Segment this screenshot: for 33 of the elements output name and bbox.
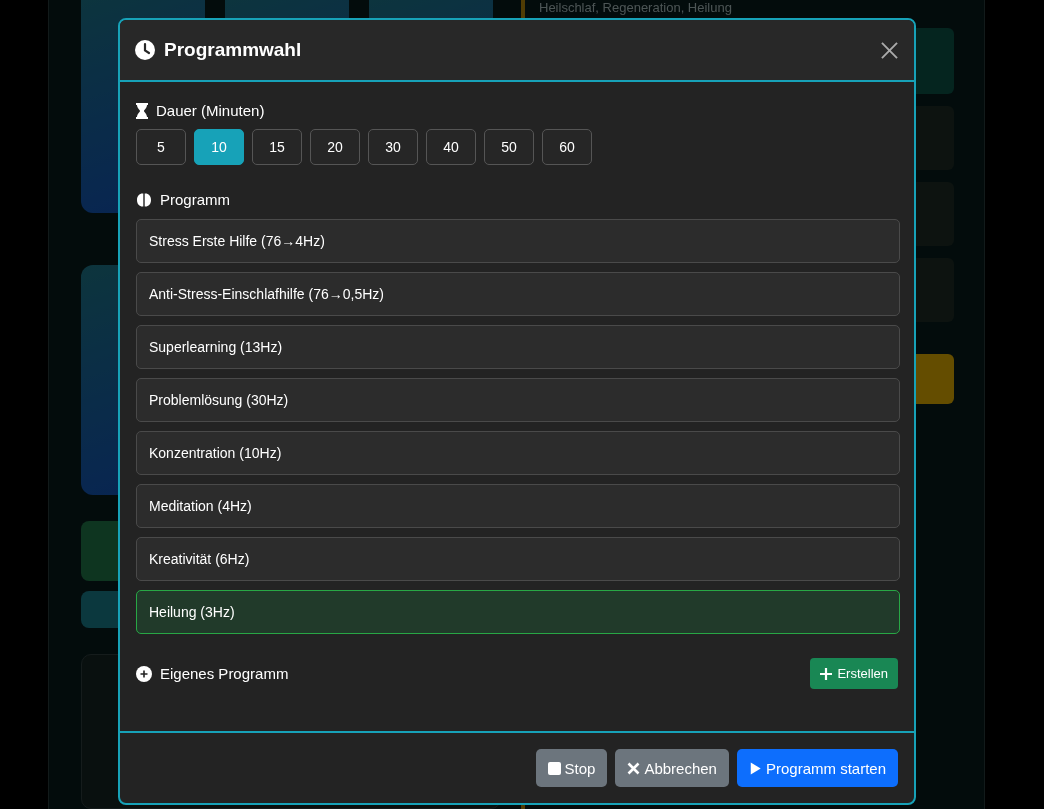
program-option[interactable]: Superlearning (13Hz) <box>136 325 900 369</box>
cancel-button[interactable]: Abbrechen <box>615 749 729 787</box>
duration-button[interactable]: 5 <box>136 129 186 165</box>
program-option[interactable]: Stress Erste Hilfe (76→4Hz) <box>136 219 900 263</box>
duration-button[interactable]: 40 <box>426 129 476 165</box>
duration-button[interactable]: 15 <box>252 129 302 165</box>
section-label: Dauer (Minuten) <box>156 102 265 119</box>
play-icon <box>748 761 762 775</box>
section-label: Programm <box>160 191 230 208</box>
plus-circle-icon <box>136 665 152 682</box>
create-button[interactable]: Erstellen <box>810 658 898 689</box>
section-label: Eigenes Programm <box>160 665 289 682</box>
brain-icon <box>136 191 152 208</box>
program-option[interactable]: Kreativität (6Hz) <box>136 537 900 581</box>
background-subtitle: Heilschlaf, Regeneration, Heilung <box>539 0 733 16</box>
duration-button[interactable]: 60 <box>542 129 592 165</box>
duration-button[interactable]: 20 <box>310 129 360 165</box>
program-option[interactable]: Meditation (4Hz) <box>136 484 900 528</box>
plus-icon <box>820 667 833 680</box>
duration-button[interactable]: 50 <box>484 129 534 165</box>
program-option[interactable]: Heilung (3Hz) <box>136 590 900 634</box>
stop-icon <box>547 761 561 775</box>
stop-button[interactable]: Stop <box>535 749 608 787</box>
clock-icon <box>135 40 155 60</box>
duration-button[interactable]: 30 <box>368 129 418 165</box>
program-option[interactable]: Konzentration (10Hz) <box>136 431 900 475</box>
start-button[interactable]: Programm starten <box>736 749 898 787</box>
program-option[interactable]: Problemlösung (30Hz) <box>136 378 900 422</box>
close-icon <box>627 761 641 775</box>
dialog-title: Programmwahl <box>164 39 302 61</box>
hourglass-icon <box>136 102 148 119</box>
program-option[interactable]: Anti-Stress-Einschlafhilfe (76→0,5Hz) <box>136 272 900 316</box>
close-icon[interactable] <box>881 41 898 59</box>
